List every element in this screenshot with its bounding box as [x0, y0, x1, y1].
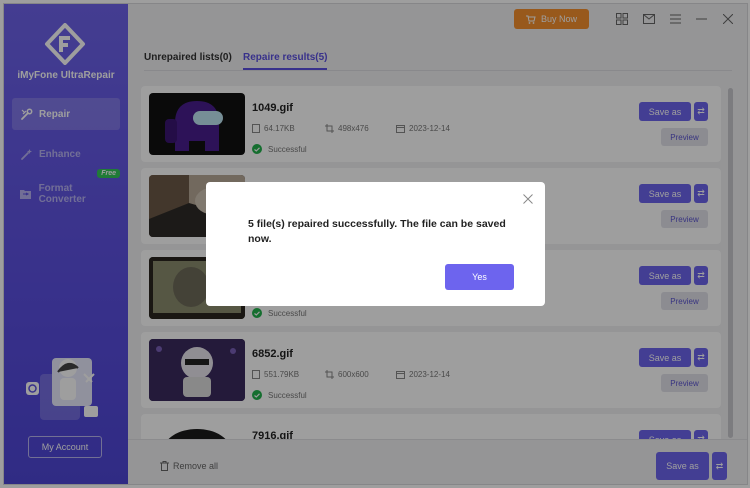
yes-button[interactable]: Yes	[445, 264, 514, 290]
close-icon[interactable]	[522, 193, 534, 205]
success-dialog: 5 file(s) repaired successfully. The fil…	[206, 182, 545, 306]
modal-overlay[interactable]: 5 file(s) repaired successfully. The fil…	[0, 0, 750, 488]
dialog-message: 5 file(s) repaired successfully. The fil…	[248, 218, 506, 245]
